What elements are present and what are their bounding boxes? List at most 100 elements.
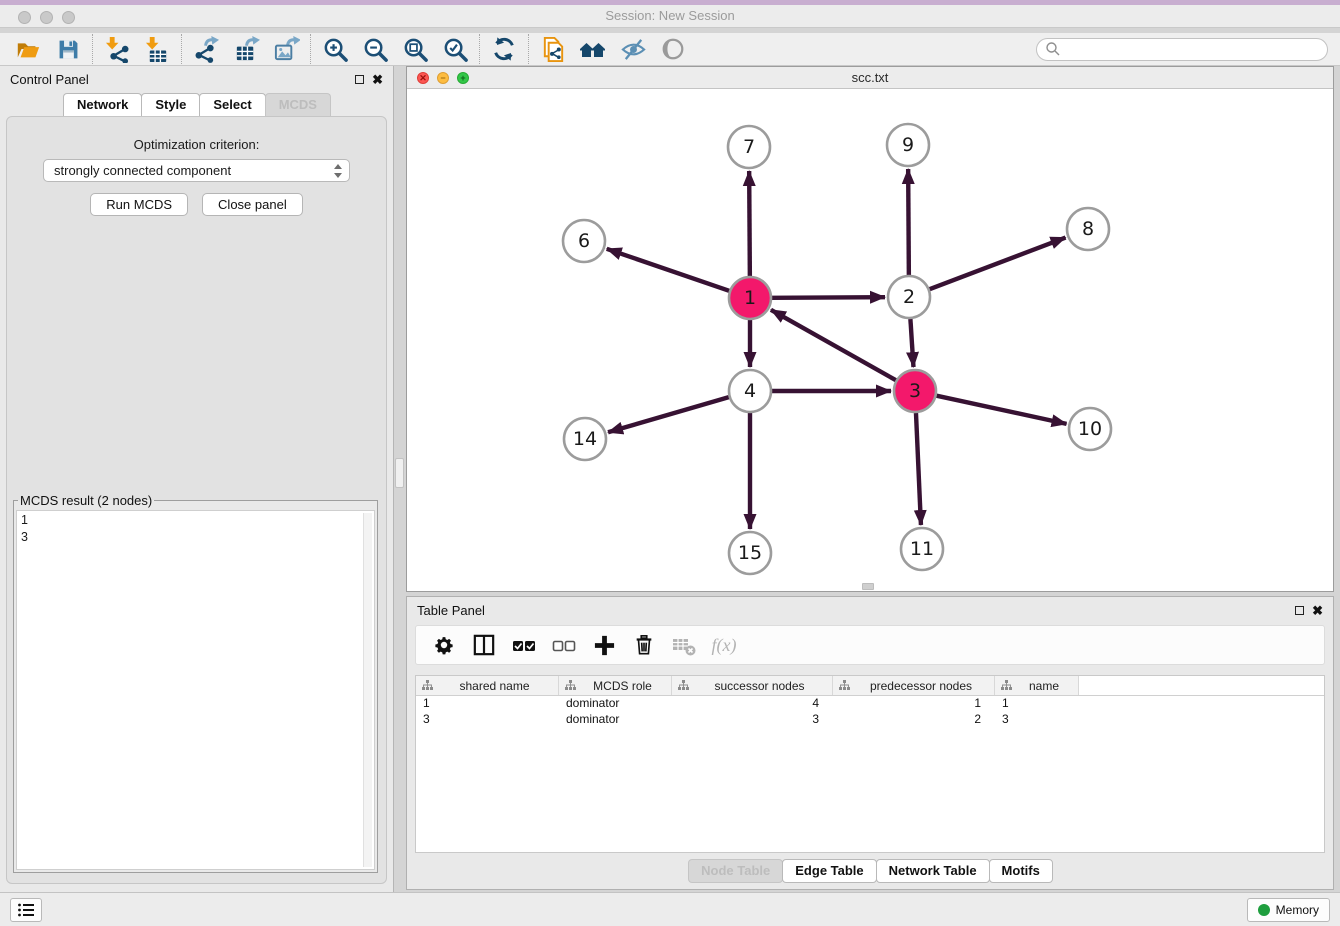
graph-node-11[interactable]: 11 (901, 528, 943, 570)
close-window-button[interactable] (18, 11, 31, 24)
add-icon[interactable] (586, 629, 622, 661)
graph-edge-1-2[interactable] (772, 297, 885, 298)
network-canvas[interactable]: 7 9 6 8 1 2 4 3 14 10 15 11 (407, 89, 1333, 591)
open-session-icon[interactable] (8, 34, 48, 64)
check-all-icon[interactable] (506, 629, 542, 661)
run-mcds-button[interactable]: Run MCDS (90, 193, 188, 216)
gear-icon[interactable] (426, 629, 462, 661)
refresh-icon[interactable] (484, 34, 524, 64)
table-cell[interactable]: 1 (995, 696, 1079, 712)
column-header-predecessor-nodes[interactable]: predecessor nodes (833, 676, 995, 695)
table-cell[interactable]: 1 (416, 696, 559, 712)
graph-node-7[interactable]: 7 (728, 126, 770, 168)
save-session-icon[interactable] (48, 34, 88, 64)
graph-edge-2-3[interactable] (910, 319, 913, 367)
table-row[interactable]: 3dominator323 (416, 712, 1324, 728)
toolbar-separator (310, 34, 311, 64)
node-table[interactable]: shared nameMCDS rolesuccessor nodesprede… (415, 675, 1325, 853)
float-panel-icon[interactable] (355, 75, 364, 84)
tab-mcds[interactable]: MCDS (265, 93, 331, 116)
duplicate-network-icon[interactable] (533, 34, 573, 64)
import-table-icon[interactable] (137, 34, 177, 64)
mcds-result-textarea[interactable]: 1 3 (16, 510, 375, 870)
table-cell[interactable]: 4 (672, 696, 833, 712)
graph-node-6[interactable]: 6 (563, 220, 605, 262)
search-input[interactable] (1061, 42, 1319, 56)
uncheck-all-icon[interactable] (546, 629, 582, 661)
graph-node-9[interactable]: 9 (887, 124, 929, 166)
export-table-icon[interactable] (226, 34, 266, 64)
import-network-icon[interactable] (97, 34, 137, 64)
tab-node-table[interactable]: Node Table (688, 859, 783, 883)
export-image-icon[interactable] (266, 34, 306, 64)
tab-network-table[interactable]: Network Table (876, 859, 990, 883)
graph-node-10[interactable]: 10 (1069, 408, 1111, 450)
table-cell[interactable]: 1 (833, 696, 995, 712)
search-box[interactable] (1036, 38, 1328, 61)
table-cell[interactable]: 3 (995, 712, 1079, 728)
node-label: 14 (573, 428, 597, 450)
graph-edge-3-1[interactable] (771, 310, 896, 380)
columns-icon[interactable] (466, 629, 502, 661)
delete-table-icon[interactable] (666, 629, 702, 661)
table-row[interactable]: 1dominator411 (416, 696, 1324, 712)
column-header-successor-nodes[interactable]: successor nodes (672, 676, 833, 695)
table-cell[interactable]: 3 (672, 712, 833, 728)
graph-edge-2-9[interactable] (908, 169, 909, 275)
network-window-titlebar[interactable]: ✕ − + scc.txt (407, 67, 1333, 89)
table-cell[interactable]: dominator (559, 712, 672, 728)
zoom-window-button[interactable] (62, 11, 75, 24)
graph-node-8[interactable]: 8 (1067, 208, 1109, 250)
float-panel-icon[interactable] (1295, 606, 1304, 615)
graph-node-1[interactable]: 1 (729, 277, 771, 319)
zoom-fit-icon[interactable] (395, 34, 435, 64)
graph-edge-1-7[interactable] (749, 171, 750, 276)
graph-node-2[interactable]: 2 (888, 276, 930, 318)
column-header-name[interactable]: name (995, 676, 1079, 695)
graph-node-4[interactable]: 4 (729, 370, 771, 412)
mcds-tab-content: Optimization criterion: strongly connect… (6, 116, 387, 884)
tab-edge-table[interactable]: Edge Table (782, 859, 876, 883)
zoom-out-icon[interactable] (355, 34, 395, 64)
show-details-icon[interactable] (653, 34, 693, 64)
graph-node-3[interactable]: 3 (894, 370, 936, 412)
zoom-in-icon[interactable] (315, 34, 355, 64)
zoom-network-button[interactable]: + (457, 72, 469, 84)
home-icon[interactable] (573, 34, 613, 64)
graph-edge-4-14[interactable] (608, 397, 729, 432)
function-icon[interactable]: f(x) (706, 629, 742, 661)
table-cell[interactable]: 2 (833, 712, 995, 728)
panel-splitter-handle[interactable] (395, 458, 404, 488)
select-stepper-icon (333, 163, 343, 179)
graph-node-15[interactable]: 15 (729, 532, 771, 574)
table-cell[interactable]: dominator (559, 696, 672, 712)
scrollbar[interactable] (363, 513, 372, 867)
trash-icon[interactable] (626, 629, 662, 661)
graph-edge-3-11[interactable] (916, 413, 921, 525)
tab-network[interactable]: Network (63, 93, 142, 116)
window-splitter-handle[interactable] (862, 583, 874, 590)
table-cell[interactable]: 3 (416, 712, 559, 728)
tab-motifs[interactable]: Motifs (989, 859, 1053, 883)
tab-select[interactable]: Select (199, 93, 265, 116)
tab-style[interactable]: Style (141, 93, 200, 116)
close-panel-button[interactable]: Close panel (202, 193, 303, 216)
criterion-select[interactable]: strongly connected component (43, 159, 350, 182)
close-panel-icon[interactable]: ✖ (372, 73, 383, 86)
graph-edge-2-8[interactable] (930, 238, 1066, 290)
minimize-window-button[interactable] (40, 11, 53, 24)
task-history-button[interactable] (10, 898, 42, 922)
zoom-selected-icon[interactable] (435, 34, 475, 64)
column-header-shared-name[interactable]: shared name (416, 676, 559, 695)
mcds-result-line: 3 (21, 529, 370, 546)
close-panel-icon[interactable]: ✖ (1312, 604, 1323, 617)
graph-edge-1-6[interactable] (607, 249, 729, 291)
hide-details-icon[interactable] (613, 34, 653, 64)
minimize-network-button[interactable]: − (437, 72, 449, 84)
graph-node-14[interactable]: 14 (564, 418, 606, 460)
close-network-button[interactable]: ✕ (417, 72, 429, 84)
export-network-icon[interactable] (186, 34, 226, 64)
memory-button[interactable]: Memory (1247, 898, 1330, 922)
column-header-MCDS-role[interactable]: MCDS role (559, 676, 672, 695)
graph-edge-3-10[interactable] (936, 396, 1066, 424)
